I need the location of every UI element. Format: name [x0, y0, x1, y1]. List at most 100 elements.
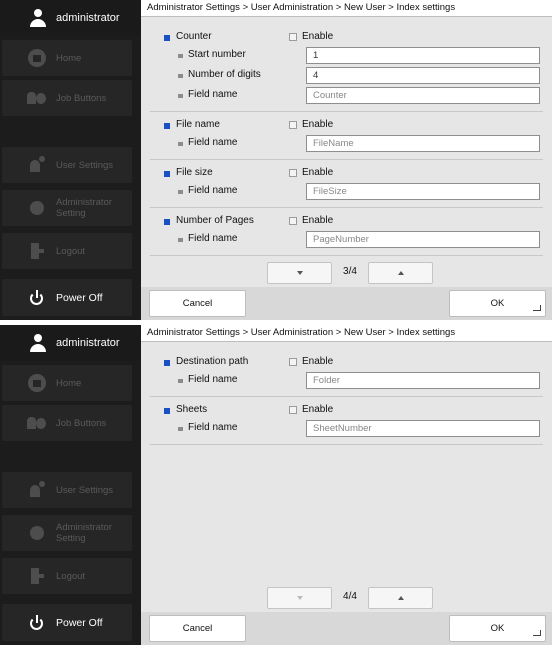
power-off-button[interactable]: Power Off: [2, 604, 132, 641]
ok-button[interactable]: OK: [449, 615, 546, 642]
section-destination-path: Destination path Enable: [150, 355, 543, 373]
sidebar-item-label: User Settings: [56, 159, 114, 171]
enable-checkbox[interactable]: [289, 121, 297, 129]
file-size-field-name-input[interactable]: FileSize: [306, 183, 540, 200]
folder-field-name-input[interactable]: Folder: [306, 372, 540, 389]
page-up-button[interactable]: [368, 587, 433, 609]
sidebar-item-home[interactable]: Home: [2, 40, 132, 76]
sidebar-item-label: Home: [56, 377, 82, 389]
enable-checkbox[interactable]: [289, 217, 297, 225]
job-buttons-icon: [27, 413, 47, 433]
chevron-up-icon: [397, 271, 404, 275]
sidebar-item-label: Administrator Setting: [56, 197, 112, 219]
enable-label: Enable: [302, 215, 334, 226]
main-panel: Administrator Settings > User Administra…: [141, 0, 552, 320]
action-bar: Cancel OK: [141, 287, 552, 320]
start-number-field[interactable]: 1: [306, 47, 540, 64]
sidebar-item-label: Home: [56, 52, 82, 64]
action-bar: Cancel OK: [141, 612, 552, 645]
cancel-button[interactable]: Cancel: [149, 290, 246, 317]
subfield-row: Field name FileSize: [150, 183, 543, 204]
section-file-size: File size Enable: [150, 166, 543, 184]
section-bullet: [164, 219, 170, 225]
sidebar-item-job-buttons[interactable]: Job Buttons: [2, 405, 132, 441]
page-up-button[interactable]: [368, 262, 433, 284]
enable-checkbox[interactable]: [289, 169, 297, 177]
enable-label: Enable: [302, 119, 334, 130]
subfield-row: Field name SheetNumber: [150, 420, 543, 441]
enable-label: Enable: [302, 167, 334, 178]
index-settings-screen-page-4: administrator Home Job Buttons User Sett…: [0, 325, 552, 645]
subfield-bullet: [178, 74, 183, 78]
sidebar-item-logout[interactable]: Logout: [2, 233, 132, 269]
logout-icon: [27, 566, 47, 586]
sidebar-item-logout[interactable]: Logout: [2, 558, 132, 594]
subfield-bullet: [178, 379, 183, 383]
sidebar-item-user-settings[interactable]: User Settings: [2, 472, 132, 508]
cancel-button[interactable]: Cancel: [149, 615, 246, 642]
settings-list: Destination path Enable Field name Folde…: [150, 355, 543, 451]
subfield-label: Field name: [188, 185, 238, 196]
subfield-row: Number of digits 4: [150, 67, 543, 88]
chevron-down-icon: [296, 271, 303, 275]
section-divider: [150, 396, 543, 397]
user-name: administrator: [56, 337, 120, 349]
user-settings-icon: [27, 155, 47, 175]
subfield-label: Start number: [188, 49, 246, 60]
ok-button[interactable]: OK: [449, 290, 546, 317]
user-settings-icon: [27, 480, 47, 500]
breadcrumb: Administrator Settings > User Administra…: [141, 325, 552, 342]
enable-checkbox[interactable]: [289, 406, 297, 414]
chevron-up-icon: [397, 596, 404, 600]
power-icon: [29, 614, 45, 631]
page-down-button[interactable]: [267, 262, 332, 284]
subfield-bullet: [178, 238, 183, 242]
counter-field-name-input[interactable]: Counter: [306, 87, 540, 104]
sidebar-item-home[interactable]: Home: [2, 365, 132, 401]
power-icon: [29, 289, 45, 306]
sidebar-item-administrator-setting[interactable]: Administrator Setting: [2, 190, 132, 226]
section-bullet: [164, 171, 170, 177]
enable-checkbox[interactable]: [289, 358, 297, 366]
subfield-bullet: [178, 94, 183, 98]
section-bullet: [164, 123, 170, 129]
section-bullet: [164, 360, 170, 366]
sidebar-item-user-settings[interactable]: User Settings: [2, 147, 132, 183]
main-panel: Administrator Settings > User Administra…: [141, 325, 552, 645]
section-label: Number of Pages: [176, 215, 254, 226]
index-settings-screen-page-3: administrator Home Job Buttons User Sett…: [0, 0, 552, 320]
number-of-digits-field[interactable]: 4: [306, 67, 540, 84]
sidebar-item-label: User Settings: [56, 484, 114, 496]
power-off-label: Power Off: [56, 291, 103, 304]
subfield-label: Field name: [188, 233, 238, 244]
page-number-field-name-input[interactable]: PageNumber: [306, 231, 540, 248]
breadcrumb: Administrator Settings > User Administra…: [141, 0, 552, 17]
sidebar-item-job-buttons[interactable]: Job Buttons: [2, 80, 132, 116]
enable-checkbox[interactable]: [289, 33, 297, 41]
settings-list: Counter Enable Start number 1 Number of …: [150, 30, 543, 262]
power-off-button[interactable]: Power Off: [2, 279, 132, 316]
sidebar-item-label: Logout: [56, 245, 86, 257]
sidebar: administrator Home Job Buttons User Sett…: [0, 0, 141, 320]
power-off-label: Power Off: [56, 616, 103, 629]
section-bullet: [164, 35, 170, 41]
sidebar-item-administrator-setting[interactable]: Administrator Setting: [2, 515, 132, 551]
section-label: File name: [176, 119, 220, 130]
subfield-row: Field name FileName: [150, 135, 543, 156]
section-divider: [150, 207, 543, 208]
subfield-bullet: [178, 142, 183, 146]
subfield-bullet: [178, 427, 183, 431]
page-indicator: 4/4: [343, 591, 357, 602]
sheet-number-field-name-input[interactable]: SheetNumber: [306, 420, 540, 437]
ok-label: OK: [490, 298, 505, 309]
enable-label: Enable: [302, 404, 334, 415]
subfield-row: Field name PageNumber: [150, 231, 543, 252]
enter-icon: [533, 305, 541, 311]
subfield-row: Start number 1: [150, 47, 543, 68]
page-down-button[interactable]: [267, 587, 332, 609]
pager: 4/4: [267, 587, 433, 609]
section-label: Destination path: [176, 356, 249, 367]
file-name-field-name-input[interactable]: FileName: [306, 135, 540, 152]
gear-icon: [27, 523, 47, 543]
subfield-label: Field name: [188, 374, 238, 385]
